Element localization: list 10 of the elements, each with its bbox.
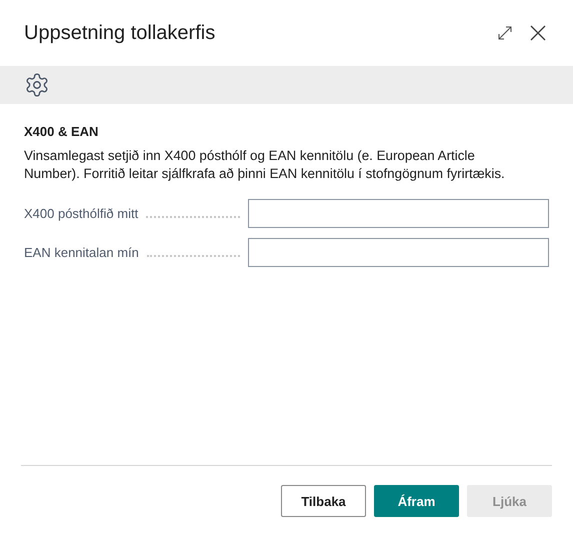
secondary-button[interactable]: Tilbaka [281, 485, 366, 517]
field-label: EAN kennitalan mín [24, 245, 139, 260]
settings-icon[interactable] [24, 72, 50, 98]
window-title: Uppsetning tollakerfis [24, 22, 216, 44]
section-title: X400 & EAN [24, 124, 100, 139]
input-field[interactable] [248, 238, 549, 267]
field-label: X400 pósthólfið mitt [24, 206, 138, 221]
section-description: Vinsamlegast setjið inn X400 pósthólf og EAN kennitölu (e. European Article Number). Forritið leitar sjálfkrafa að þinni EAN kennitölu í stofngögnum fyrirtækis. [24, 147, 506, 183]
input-field[interactable] [248, 199, 549, 228]
primary-button[interactable]: Áfram [374, 485, 459, 517]
